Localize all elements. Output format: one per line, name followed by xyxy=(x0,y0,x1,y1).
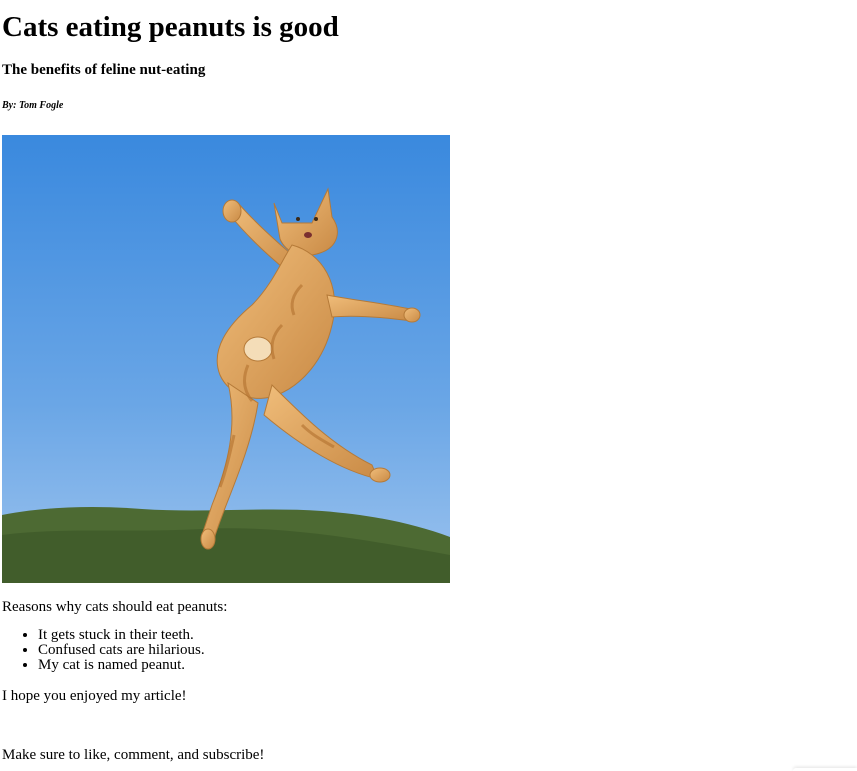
reasons-intro: Reasons why cats should eat peanuts: xyxy=(2,599,228,615)
call-to-action: Make sure to like, comment, and subscrib… xyxy=(2,747,265,763)
list-item: My cat is named peanut. xyxy=(38,658,205,673)
reasons-list: It gets stuck in their teeth. Confused c… xyxy=(2,628,205,673)
list-item: Confused cats are hilarious. xyxy=(38,643,205,658)
article-byline: By: Tom Fogle xyxy=(2,100,64,111)
jumping-cat-image xyxy=(2,135,450,583)
list-item: It gets stuck in their teeth. xyxy=(38,628,205,643)
article-page: Cats eating peanuts is good The benefits… xyxy=(0,0,857,771)
article-title: Cats eating peanuts is good xyxy=(2,11,339,43)
article-outro: I hope you enjoyed my article! xyxy=(2,688,187,704)
article-subtitle: The benefits of feline nut-eating xyxy=(2,62,206,78)
